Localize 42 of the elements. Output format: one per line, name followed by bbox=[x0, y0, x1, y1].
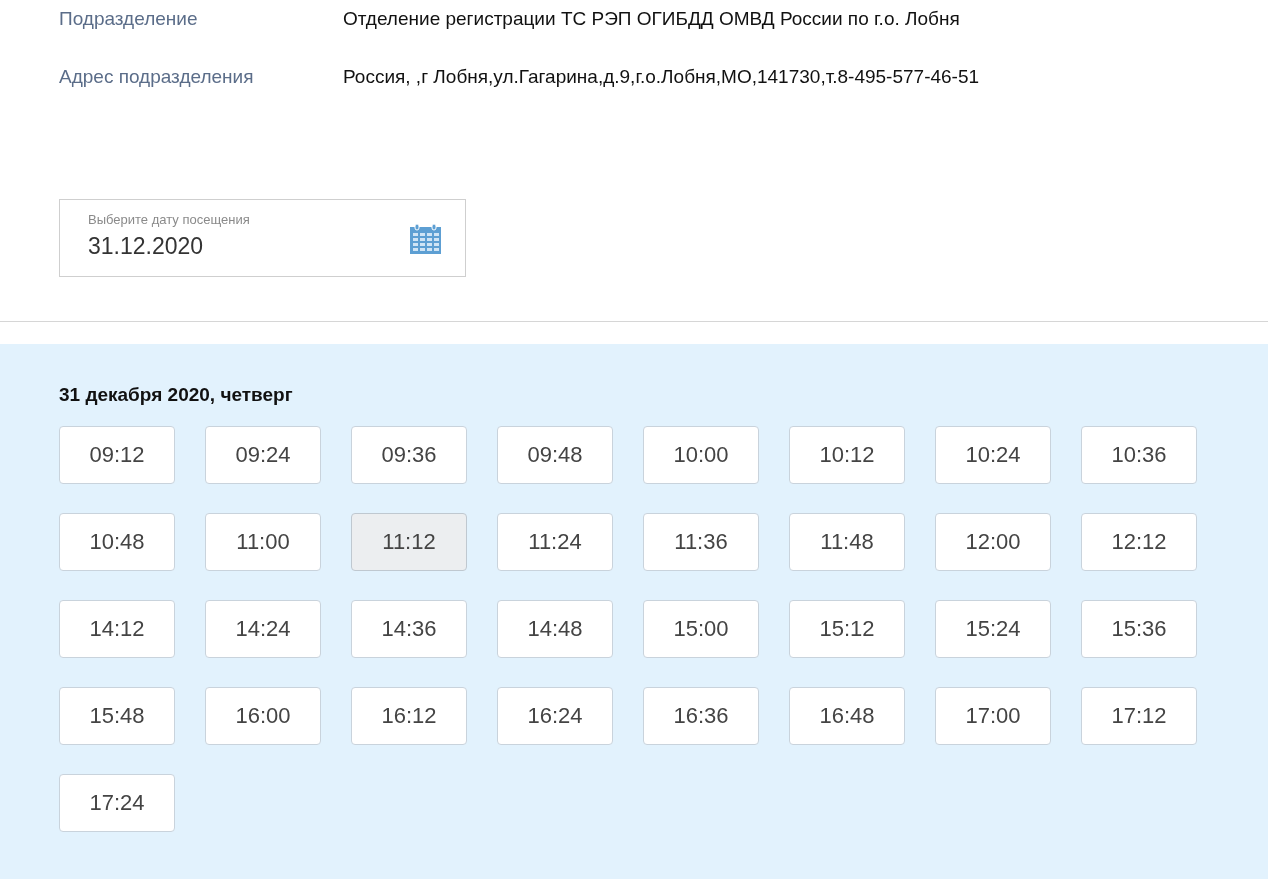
calendar-icon[interactable] bbox=[410, 222, 441, 254]
time-slot-button[interactable]: 09:48 bbox=[497, 426, 613, 484]
time-slot-button[interactable]: 17:00 bbox=[935, 687, 1051, 745]
time-slot-button[interactable]: 16:48 bbox=[789, 687, 905, 745]
time-slot-button[interactable]: 10:36 bbox=[1081, 426, 1197, 484]
time-slot-button[interactable]: 12:12 bbox=[1081, 513, 1197, 571]
field-value: Россия, ,г Лобня,ул.Гагарина,д.9,г.о.Лобня,МО,141730,т.8-495-577-46-51 bbox=[343, 65, 980, 89]
time-slot-button[interactable]: 17:24 bbox=[59, 774, 175, 832]
time-slot-button[interactable]: 10:00 bbox=[643, 426, 759, 484]
time-slot-button[interactable]: 16:12 bbox=[351, 687, 467, 745]
time-slot-button[interactable]: 16:24 bbox=[497, 687, 613, 745]
time-slot-button[interactable]: 15:00 bbox=[643, 600, 759, 658]
date-field-label: Выберите дату посещения bbox=[88, 212, 250, 228]
time-slot-button[interactable]: 12:00 bbox=[935, 513, 1051, 571]
field-label: Подразделение bbox=[59, 7, 199, 31]
time-slot-button[interactable]: 11:36 bbox=[643, 513, 759, 571]
field-value: Отделение регистрации ТС РЭП ОГИБДД ОМВД России по г.о. Лобня bbox=[343, 7, 960, 31]
time-slot-button[interactable]: 16:36 bbox=[643, 687, 759, 745]
time-slot-button[interactable]: 11:48 bbox=[789, 513, 905, 571]
time-slot-button[interactable]: 15:36 bbox=[1081, 600, 1197, 658]
time-slot-button[interactable]: 14:36 bbox=[351, 600, 467, 658]
time-slot-button[interactable]: 11:12 bbox=[351, 513, 467, 571]
date-value: 31.12.2020 bbox=[88, 232, 205, 260]
time-slot-button[interactable]: 09:12 bbox=[59, 426, 175, 484]
time-slot-button[interactable]: 11:24 bbox=[497, 513, 613, 571]
time-slot-button[interactable]: 15:48 bbox=[59, 687, 175, 745]
time-slot-button[interactable]: 17:12 bbox=[1081, 687, 1197, 745]
time-slot-button[interactable]: 09:24 bbox=[205, 426, 321, 484]
day-heading: 31 декабря 2020, четверг bbox=[59, 384, 294, 406]
time-slot-button[interactable]: 14:48 bbox=[497, 600, 613, 658]
time-slot-button[interactable]: 10:12 bbox=[789, 426, 905, 484]
time-slot-button[interactable]: 11:00 bbox=[205, 513, 321, 571]
field-label: Адрес подразделения bbox=[59, 65, 255, 89]
time-slot-button[interactable]: 14:24 bbox=[205, 600, 321, 658]
time-slot-button[interactable]: 10:48 bbox=[59, 513, 175, 571]
time-slot-button[interactable]: 10:24 bbox=[935, 426, 1051, 484]
time-slot-button[interactable]: 14:12 bbox=[59, 600, 175, 658]
date-field[interactable]: Выберите дату посещения 31.12.2020 bbox=[59, 199, 466, 277]
time-slot-button[interactable]: 15:24 bbox=[935, 600, 1051, 658]
time-slot-button[interactable]: 15:12 bbox=[789, 600, 905, 658]
time-slot-button[interactable]: 09:36 bbox=[351, 426, 467, 484]
time-slot-button[interactable]: 16:00 bbox=[205, 687, 321, 745]
